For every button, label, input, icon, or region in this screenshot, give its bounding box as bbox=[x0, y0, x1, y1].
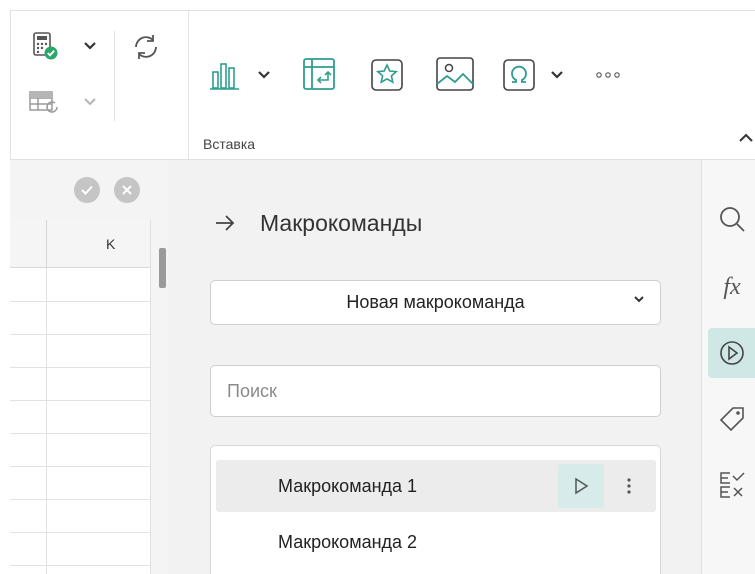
macro-menu-button[interactable] bbox=[618, 473, 640, 499]
chevron-down-icon bbox=[258, 71, 270, 79]
pivot-table-button[interactable] bbox=[299, 53, 339, 95]
recalculate-table-button[interactable] bbox=[25, 85, 63, 119]
more-icon bbox=[596, 72, 620, 78]
vertical-dots-icon bbox=[627, 478, 631, 494]
tag-icon bbox=[719, 407, 744, 432]
column-label: K bbox=[106, 236, 116, 252]
insert-group-label: Вставка bbox=[203, 136, 256, 152]
insert-image-button[interactable] bbox=[433, 53, 477, 95]
chevron-down-icon bbox=[634, 296, 644, 303]
spreadsheet-grid[interactable]: K bbox=[10, 220, 168, 574]
sidebar-function-button[interactable]: fx bbox=[708, 262, 755, 312]
macro-name: Макрокоманда 2 bbox=[278, 531, 418, 552]
right-sidebar: fx bbox=[701, 160, 755, 574]
back-arrow-icon[interactable] bbox=[214, 214, 236, 234]
play-icon bbox=[575, 477, 589, 495]
refresh-button[interactable] bbox=[127, 29, 165, 65]
search-icon bbox=[720, 207, 745, 232]
sidebar-tag-button[interactable] bbox=[708, 394, 755, 444]
insert-symbol-button[interactable] bbox=[499, 55, 539, 95]
cancel-formula-button[interactable] bbox=[114, 177, 140, 203]
more-insert-button[interactable] bbox=[593, 65, 623, 85]
macros-panel: Макрокоманды Новая макрокоманда Макроком… bbox=[168, 160, 701, 574]
confirm-formula-button[interactable] bbox=[74, 177, 100, 203]
formula-bar bbox=[10, 160, 168, 220]
sidebar-macro-button[interactable] bbox=[708, 328, 755, 378]
search-field[interactable] bbox=[210, 365, 661, 417]
chevron-up-icon bbox=[739, 133, 753, 142]
recalculate-dropdown-button[interactable] bbox=[79, 91, 101, 113]
macro-icon bbox=[720, 341, 744, 365]
check-icon bbox=[81, 185, 93, 195]
image-icon bbox=[436, 57, 474, 91]
calculator-check-icon bbox=[33, 32, 58, 60]
chevron-down-icon bbox=[84, 42, 96, 50]
collapse-ribbon-button[interactable] bbox=[737, 131, 755, 151]
search-input[interactable] bbox=[211, 366, 660, 416]
close-icon bbox=[122, 185, 132, 195]
list-item[interactable]: Макрокоманда 1 bbox=[216, 460, 656, 512]
chevron-down-icon bbox=[84, 98, 96, 106]
ribbon-toolbar: Вставка bbox=[10, 10, 755, 160]
bar-chart-icon bbox=[210, 63, 239, 90]
panel-title: Макрокоманды bbox=[260, 210, 423, 236]
star-icon bbox=[371, 59, 403, 91]
sidebar-compare-button[interactable] bbox=[708, 460, 755, 510]
calculate-button[interactable] bbox=[27, 29, 63, 63]
compare-icon bbox=[720, 472, 745, 498]
run-macro-button[interactable] bbox=[558, 464, 604, 508]
macro-list: Макрокоманда 1 Макрокоманда 2 bbox=[210, 445, 661, 574]
macro-select-dropdown[interactable]: Новая макрокоманда bbox=[210, 280, 661, 325]
macro-name: Макрокоманда 1 bbox=[278, 475, 418, 496]
vertical-scrollbar[interactable] bbox=[150, 220, 168, 574]
sidebar-search-button[interactable] bbox=[708, 194, 755, 244]
refresh-icon bbox=[135, 35, 157, 59]
scrollbar-thumb[interactable] bbox=[159, 248, 166, 288]
insert-chart-dropdown-button[interactable] bbox=[254, 65, 274, 85]
calculate-dropdown-button[interactable] bbox=[79, 35, 101, 57]
macro-select-value: Новая макрокоманда bbox=[346, 292, 525, 312]
pivot-table-icon bbox=[303, 58, 335, 90]
list-item[interactable]: Макрокоманда 2 bbox=[216, 516, 656, 568]
function-icon: fx bbox=[723, 273, 741, 300]
insert-chart-button[interactable] bbox=[205, 55, 245, 95]
chevron-down-icon bbox=[551, 71, 563, 79]
omega-icon bbox=[503, 59, 535, 91]
column-header[interactable]: K bbox=[10, 220, 150, 268]
insert-shape-button[interactable] bbox=[367, 55, 407, 95]
insert-symbol-dropdown-button[interactable] bbox=[547, 65, 567, 85]
table-refresh-icon bbox=[29, 91, 58, 113]
